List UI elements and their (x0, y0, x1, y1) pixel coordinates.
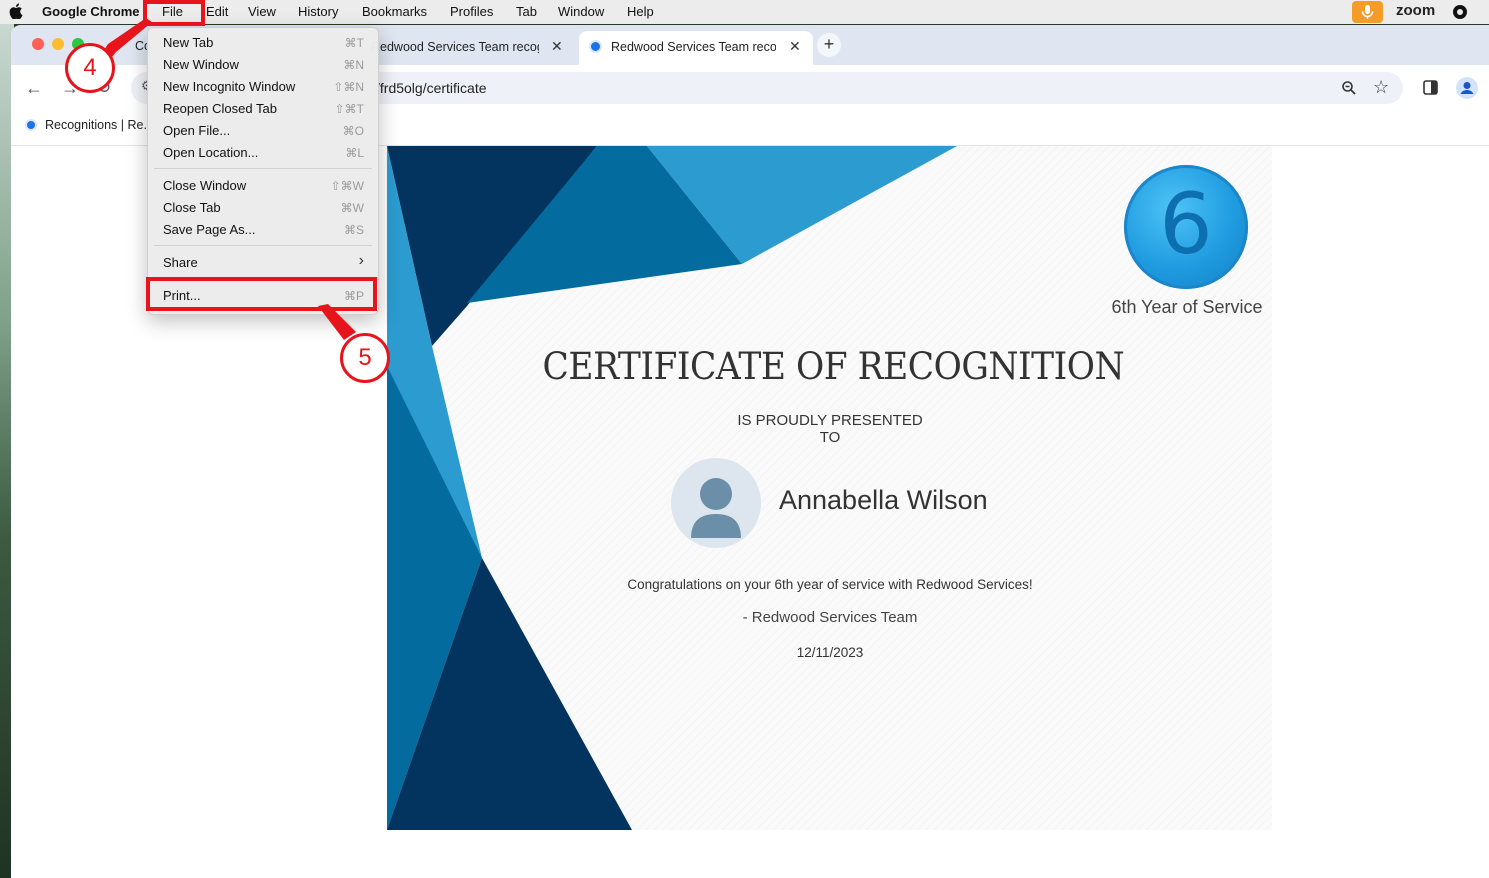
highlight-print-item (146, 277, 377, 311)
annotation-pointers (100, 18, 356, 340)
step-5-callout: 5 (340, 333, 390, 383)
highlight-file-menu (143, 0, 205, 26)
step-4-callout: 4 (65, 43, 115, 93)
